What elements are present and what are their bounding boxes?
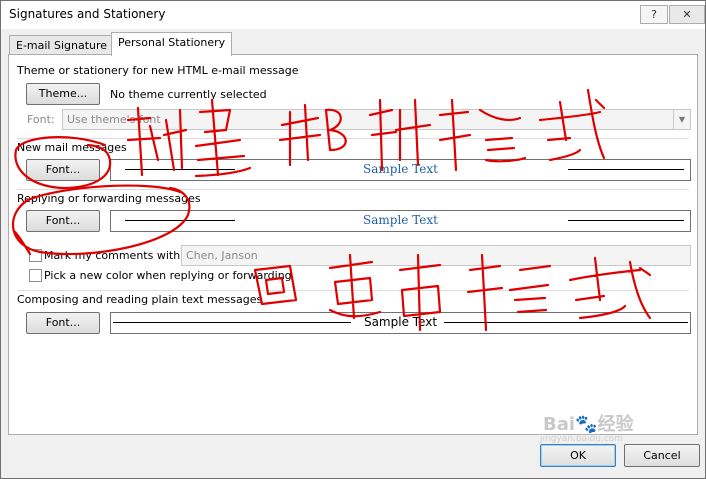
mark-comments-checkbox[interactable]: [29, 249, 42, 262]
tab-email-signature[interactable]: E-mail Signature: [9, 35, 115, 56]
theme-status: No theme currently selected: [110, 88, 267, 101]
title-bar: Signatures and Stationery ? ✕: [1, 1, 705, 29]
new-mail-font-button[interactable]: Font...: [26, 159, 100, 181]
reply-sample-text: Sample Text: [363, 213, 438, 227]
window-title: Signatures and Stationery: [9, 7, 166, 21]
watermark-brand: Bai: [543, 414, 576, 435]
mark-comments-label: Mark my comments with:: [44, 249, 184, 262]
theme-font-value: Use theme's font: [67, 113, 161, 126]
cancel-button[interactable]: Cancel: [624, 444, 700, 467]
new-mail-heading: New mail messages: [17, 141, 127, 154]
watermark-brand-suffix: 经验: [597, 414, 634, 435]
tab-personal-stationery[interactable]: Personal Stationery: [111, 32, 233, 56]
pick-color-label: Pick a new color when replying or forwar…: [44, 269, 292, 282]
mark-comments-field[interactable]: Chen, Janson: [181, 245, 691, 266]
ok-button[interactable]: OK: [540, 444, 616, 467]
watermark-logo: Bai🐾经验: [543, 410, 633, 436]
watermark-url: jingyan.baidu.com: [540, 434, 624, 444]
plain-sample-text: Sample Text: [363, 315, 438, 329]
plain-sample-box: Sample Text: [110, 312, 691, 334]
pick-color-checkbox[interactable]: [29, 269, 42, 282]
new-mail-sample-text: Sample Text: [363, 162, 438, 176]
reply-sample-box: Sample Text: [110, 210, 691, 232]
reply-font-button[interactable]: Font...: [26, 210, 100, 232]
font-label: Font:: [27, 113, 55, 126]
help-button[interactable]: ?: [640, 5, 668, 24]
new-mail-sample-box: Sample Text: [110, 159, 691, 181]
divider: [17, 138, 689, 139]
close-button[interactable]: ✕: [669, 5, 705, 24]
signatures-dialog: Signatures and Stationery ? ✕ E-mail Sig…: [0, 0, 706, 479]
divider: [17, 189, 689, 190]
mark-comments-value: Chen, Janson: [186, 249, 258, 262]
plain-font-button[interactable]: Font...: [26, 312, 100, 334]
reply-heading: Replying or forwarding messages: [17, 192, 201, 205]
stationery-panel: Theme or stationery for new HTML e-mail …: [8, 54, 698, 435]
plain-heading: Composing and reading plain text message…: [17, 293, 263, 306]
paw-icon: 🐾: [575, 414, 598, 435]
chevron-down-icon: ▼: [673, 110, 690, 129]
theme-heading: Theme or stationery for new HTML e-mail …: [17, 64, 299, 77]
theme-font-dropdown[interactable]: Use theme's font ▼: [62, 109, 691, 130]
divider: [17, 290, 689, 291]
theme-button[interactable]: Theme...: [26, 83, 100, 105]
